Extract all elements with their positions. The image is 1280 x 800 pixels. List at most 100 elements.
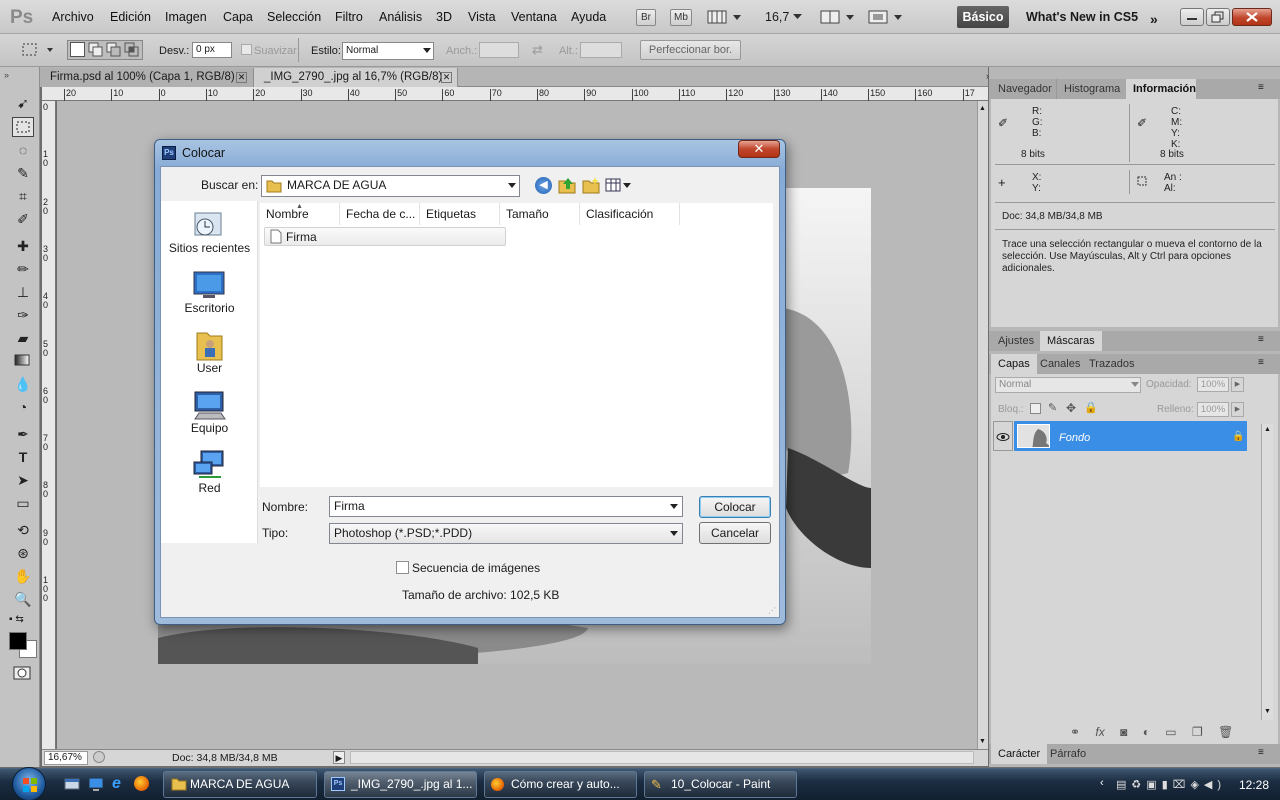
device-tray-icon[interactable]: ⌧ [1173, 779, 1191, 791]
eraser-tool-icon[interactable]: ▰ [12, 328, 34, 348]
tab-capas[interactable]: Capas [991, 354, 1037, 374]
sequence-checkbox[interactable] [396, 561, 409, 574]
tab-navegador[interactable]: Navegador [991, 79, 1059, 99]
scroll-up-icon[interactable]: ▲ [1264, 426, 1271, 433]
column-fecha[interactable]: Fecha de c... [340, 203, 420, 225]
lock-transparency-icon[interactable] [1030, 403, 1041, 414]
new-folder-icon[interactable] [582, 176, 600, 194]
menu-imagen[interactable]: Imagen [165, 10, 207, 24]
taskbar-item-firefox[interactable]: Cómo crear y auto... [484, 771, 637, 798]
status-menu-icon[interactable]: ▶ [333, 751, 345, 764]
place-computer[interactable]: Equipo [161, 389, 258, 435]
eyedropper-tool-icon[interactable]: ✐ [12, 209, 34, 229]
place-user[interactable]: User [161, 329, 258, 375]
path-selection-tool-icon[interactable]: ➤ [12, 470, 34, 490]
shield-icon[interactable]: ◈ [1190, 779, 1203, 791]
link-layers-icon[interactable]: ⚭ [1070, 725, 1080, 739]
tab-ajustes[interactable]: Ajustes [991, 331, 1041, 351]
add-mask-icon[interactable]: ◙ [1120, 725, 1127, 739]
restore-button[interactable] [1206, 8, 1230, 26]
dialog-close-button[interactable]: ✕ [738, 140, 780, 158]
panel-menu-icon[interactable]: ≡ [1258, 357, 1264, 368]
blur-tool-icon[interactable]: 💧 [12, 374, 34, 394]
view-menu-icon[interactable] [605, 178, 633, 192]
tab-caracter[interactable]: Carácter [991, 744, 1048, 764]
cancel-button[interactable]: Cancelar [699, 522, 771, 544]
menu-filtro[interactable]: Filtro [335, 10, 363, 24]
tab-img-2790[interactable]: _IMG_2790_.jpg al 16,7% (RGB/8) [254, 68, 458, 87]
new-group-icon[interactable]: ▭ [1165, 725, 1176, 739]
trash-icon[interactable]: 🗑 [1218, 725, 1233, 739]
antialias-checkbox[interactable] [241, 44, 252, 55]
fill-input[interactable]: 100% [1197, 402, 1229, 417]
clock[interactable]: 12:28 [1239, 778, 1269, 792]
panel-menu-icon[interactable]: ≡ [1258, 334, 1264, 345]
menu-capa[interactable]: Capa [223, 10, 253, 24]
type-select[interactable]: Photoshop (*.PSD;*.PDD) [329, 523, 683, 544]
style-select[interactable]: Normal [342, 42, 434, 60]
minimize-button[interactable] [1180, 8, 1204, 26]
dodge-tool-icon[interactable]: ◔ [12, 397, 34, 417]
swap-icon[interactable]: ⇄ [532, 42, 543, 58]
fx-icon[interactable]: fx [1095, 725, 1104, 739]
column-tamano[interactable]: Tamaño [500, 203, 580, 225]
opacity-slider-icon[interactable]: ▶ [1231, 377, 1244, 392]
tray-expand-icon[interactable]: ‹ [1100, 777, 1104, 789]
marquee-tool-icon[interactable] [12, 117, 34, 137]
look-in-combo[interactable]: MARCA DE AGUA [261, 175, 520, 197]
scroll-up-icon[interactable]: ▲ [979, 105, 986, 112]
place-button[interactable]: Colocar [699, 496, 771, 518]
scroll-down-icon[interactable]: ▼ [1264, 708, 1271, 715]
3d-orbit-tool-icon[interactable]: ⊛ [12, 543, 34, 563]
lock-pixels-icon[interactable]: ✎ [1048, 401, 1057, 414]
explorer-icon[interactable] [64, 776, 80, 792]
move-tool-icon[interactable]: ➹ [12, 93, 34, 113]
menu-analisis[interactable]: Análisis [379, 10, 422, 24]
file-name[interactable]: Firma [286, 230, 317, 244]
menu-seleccion[interactable]: Selección [267, 10, 321, 24]
3d-rotate-tool-icon[interactable]: ⟲ [12, 520, 34, 540]
add-selection-icon[interactable] [88, 42, 103, 57]
volume-icon[interactable]: ◀) [1204, 779, 1226, 791]
brush-tool-icon[interactable]: ✏ [12, 259, 34, 279]
arrange-documents-icon[interactable] [820, 9, 856, 25]
tab-histograma[interactable]: Histograma [1056, 79, 1127, 99]
vertical-scrollbar[interactable] [977, 101, 988, 749]
fill-slider-icon[interactable]: ▶ [1231, 402, 1244, 417]
subtract-selection-icon[interactable] [106, 42, 121, 57]
layer-name[interactable]: Fondo [1059, 432, 1090, 444]
new-selection-icon[interactable] [70, 42, 85, 57]
close-icon[interactable]: ✕ [236, 72, 247, 83]
hand-tool-icon[interactable]: ✋ [12, 566, 34, 586]
quick-selection-tool-icon[interactable]: ✎ [12, 163, 34, 183]
screen-mode-icon[interactable] [868, 9, 904, 25]
workspace-basico-button[interactable]: Básico [957, 6, 1009, 28]
menu-ventana[interactable]: Ventana [511, 10, 557, 24]
crop-tool-icon[interactable]: ⌗ [12, 186, 34, 206]
zoom-field[interactable]: 16,67% [44, 751, 88, 765]
adjustment-layer-icon[interactable]: ◐ [1143, 725, 1150, 739]
new-layer-icon[interactable]: ❐ [1192, 725, 1203, 739]
chevron-down-icon[interactable] [793, 13, 802, 20]
layer-visibility-eye-icon[interactable] [993, 421, 1013, 451]
status-info-icon[interactable] [93, 751, 105, 763]
feather-input[interactable]: 0 px [192, 42, 232, 58]
lock-position-icon[interactable]: ✥ [1066, 401, 1076, 415]
width-input[interactable] [479, 42, 519, 58]
blend-mode-select[interactable]: Normal [995, 377, 1141, 393]
zoom-tool-icon[interactable]: 🔍 [12, 589, 34, 609]
display-tray-icon[interactable]: ▣ [1146, 779, 1161, 791]
scroll-down-icon[interactable]: ▼ [979, 738, 986, 745]
refine-edge-button[interactable]: Perfeccionar bor. [640, 40, 741, 60]
network-tray-icon[interactable]: ▤ [1116, 779, 1131, 791]
close-icon[interactable] [1232, 8, 1272, 26]
menu-archivo[interactable]: Archivo [52, 10, 94, 24]
opacity-input[interactable]: 100% [1197, 377, 1229, 392]
name-input[interactable]: Firma [329, 496, 683, 517]
panel-menu-icon[interactable]: ≡ [1258, 82, 1264, 93]
sync-tray-icon[interactable]: ♻ [1131, 779, 1146, 791]
place-desktop[interactable]: Escritorio [161, 269, 258, 315]
close-icon[interactable]: ✕ [441, 72, 452, 83]
bridge-button[interactable]: Br [636, 9, 656, 26]
lock-all-icon[interactable]: 🔒 [1084, 401, 1098, 414]
